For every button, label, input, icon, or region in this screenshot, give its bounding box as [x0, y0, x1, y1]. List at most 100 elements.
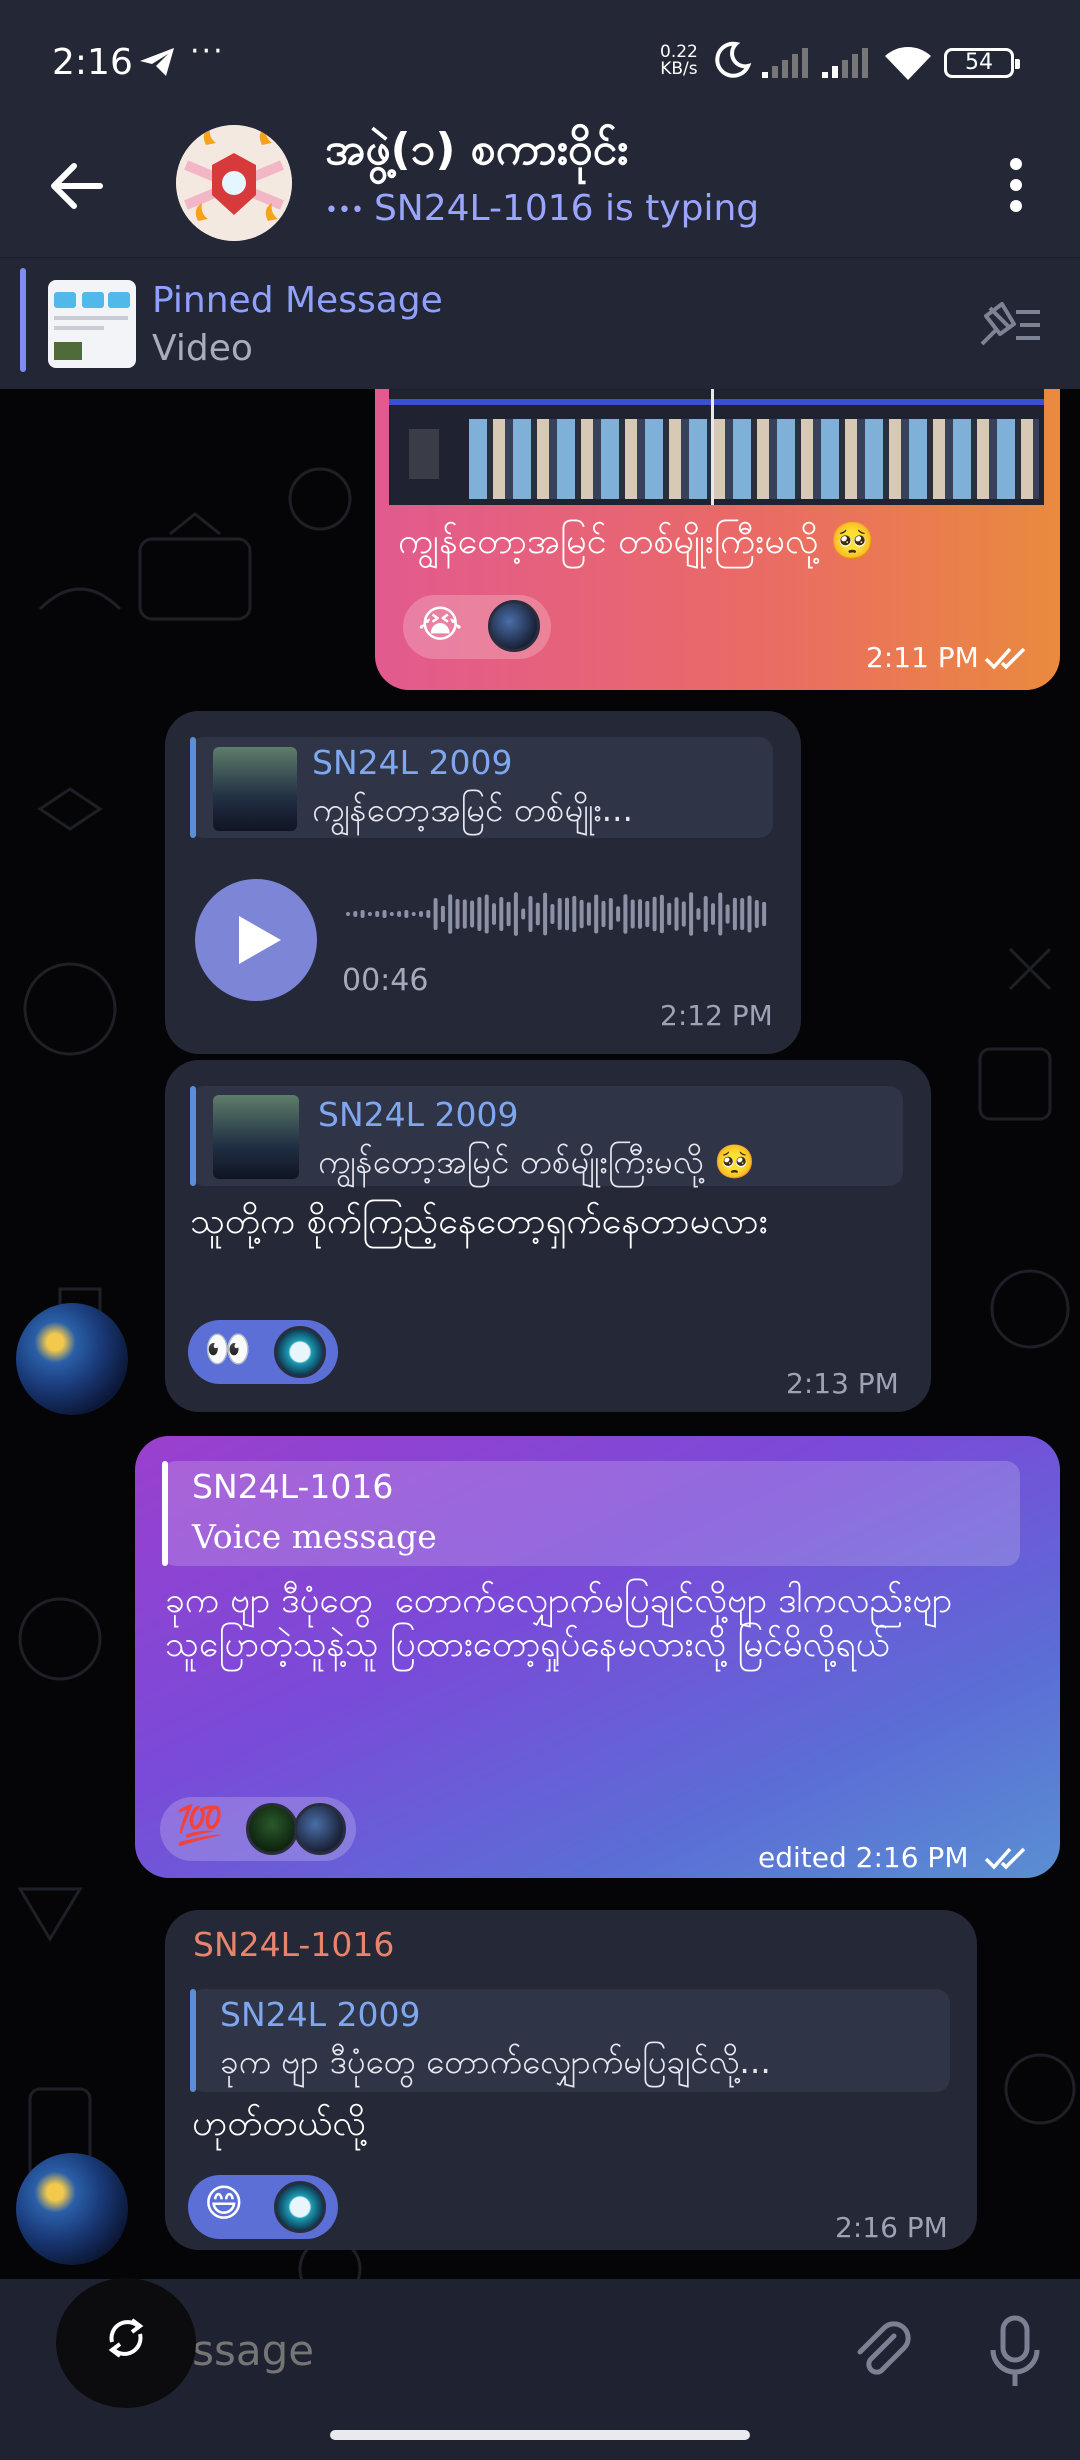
chat-title: အဖွဲ့(၁) စကားဝိုင်း: [325, 124, 629, 175]
waveform-bar: [433, 898, 438, 930]
waveform-bar: [623, 894, 628, 934]
reactor-avatar: [294, 1803, 346, 1855]
mic-icon[interactable]: [985, 2312, 1045, 2392]
status-more-dots: ···: [190, 34, 225, 69]
waveform-bar: [448, 894, 453, 934]
message-text: သူတို့က စိုက်ကြည့်နေတော့ရှက်နေတာမလား: [190, 1201, 768, 1242]
waveform-bar: [535, 902, 540, 926]
waveform-bar: [419, 911, 423, 917]
group-logo-icon: [176, 125, 292, 241]
message-time: 2:13 PM: [786, 1367, 899, 1400]
typing-text: SN24L-1016 is typing: [373, 188, 760, 229]
message-time: 2:12 PM: [660, 999, 773, 1032]
read-checks-icon: [984, 1847, 1026, 1870]
status-time: 2:16: [52, 42, 133, 83]
home-indicator[interactable]: [330, 2430, 750, 2440]
waveform-bar: [492, 903, 496, 925]
reactor-avatar: [274, 1326, 326, 1378]
reaction-emoji: 😭: [418, 602, 463, 646]
waveform-bar: [550, 903, 555, 925]
waveform-bar: [732, 897, 737, 931]
waveform-bar: [725, 904, 730, 924]
waveform-bar: [579, 899, 584, 929]
more-vert-icon[interactable]: [996, 150, 1036, 220]
message-input[interactable]: [130, 2322, 730, 2378]
scroll-swap-icon: [108, 2318, 144, 2358]
pinned-title: Pinned Message: [152, 280, 443, 321]
group-avatar[interactable]: [176, 125, 292, 241]
typing-dots: •••: [325, 197, 364, 223]
waveform-bar: [506, 901, 511, 927]
chat-area: ကျွန်တော့အမြင် တစ်မျိုးကြီးမလို့ 🥺 😭 2:1…: [0, 389, 1080, 2279]
send-icon: [140, 48, 174, 76]
waveform-bar: [740, 897, 745, 931]
waveform-bar: [681, 901, 686, 927]
waveform-bar: [557, 897, 562, 931]
sender-avatar[interactable]: [16, 1303, 128, 1415]
waveform-bar: [404, 910, 409, 918]
waveform-bar: [528, 896, 533, 932]
message-time: edited 2:16 PM: [758, 1841, 969, 1874]
message-time: 2:11 PM: [866, 641, 979, 674]
waveform-bar: [360, 910, 365, 918]
message-text: ခုက ဗျာ ဒီပုံတွေ တောက်လျှောက်မပြချင်လို့…: [165, 1581, 953, 1665]
waveform-bar: [521, 908, 526, 920]
waveform-bar: [608, 898, 613, 930]
waveform-bar: [594, 894, 599, 934]
pin-list-icon[interactable]: [976, 300, 1044, 350]
reactor-avatar: [488, 600, 540, 652]
reply-sender: SN24L 2009: [312, 743, 513, 782]
sender-name[interactable]: SN24L-1016: [193, 1925, 394, 1964]
net-speed-unit: KB/s: [660, 59, 698, 79]
message-time: 2:16 PM: [835, 2211, 948, 2244]
waveform-bar: [586, 902, 591, 926]
waveform-bar: [616, 906, 621, 922]
reactor-avatar: [246, 1803, 298, 1855]
waveform-bar: [754, 900, 759, 928]
waveform-bar: [353, 911, 358, 917]
voice-waveform: [346, 892, 767, 936]
waveform-bar: [477, 896, 482, 932]
waveform-bar: [762, 901, 767, 927]
reply-thumbnail: [213, 747, 297, 831]
pinned-subtitle: Video: [152, 328, 253, 369]
pinned-thumbnail: [48, 280, 136, 368]
video-thumbnail[interactable]: [389, 389, 1044, 505]
waveform-bar: [601, 900, 606, 928]
message-text: ဟုတ်တယ်လို့: [192, 2103, 367, 2144]
waveform-bar: [543, 892, 548, 936]
sender-avatar[interactable]: [16, 2153, 128, 2265]
waveform-bar: [513, 892, 518, 936]
waveform-bar: [638, 899, 642, 929]
back-arrow-icon[interactable]: [40, 150, 112, 222]
voice-duration: 00:46: [342, 963, 429, 998]
attach-icon[interactable]: [850, 2318, 916, 2384]
waveform-bar: [565, 897, 569, 931]
message-text: ကျွန်တော့အမြင် တစ်မျိုးကြီးမလို့ 🥺: [398, 521, 875, 562]
waveform-bar: [696, 908, 701, 920]
wifi-icon: [885, 47, 931, 80]
pinned-message-bar[interactable]: [0, 257, 1080, 389]
waveform-bar: [455, 899, 460, 929]
waveform-bar: [375, 911, 380, 917]
reply-text: ခုက ဗျာ ဒီပုံတွေ တောက်လျှောက်မပြချင်လို့…: [220, 2042, 771, 2081]
waveform-bar: [703, 896, 708, 932]
waveform-bar: [382, 910, 387, 918]
waveform-bar: [440, 905, 445, 923]
waveform-bar: [645, 900, 650, 928]
reply-text: ကျွန်တော့အမြင် တစ်မျိုးကြီးမလို့ 🥺: [318, 1142, 756, 1181]
battery-icon: 54: [944, 48, 1020, 78]
waveform-bar: [411, 912, 416, 916]
waveform-bar: [572, 895, 577, 933]
reply-text: Voice message: [192, 1517, 437, 1556]
waveform-bar: [484, 894, 489, 934]
waveform-bar: [652, 896, 657, 932]
waveform-bar: [689, 892, 694, 936]
signal-icon: [822, 48, 868, 78]
waveform-bar: [462, 899, 467, 929]
waveform-bar: [747, 895, 752, 933]
reply-sender: SN24L 2009: [220, 1995, 421, 2034]
waveform-bar: [667, 902, 672, 926]
net-speed: 0.22 KB/s: [660, 44, 698, 78]
waveform-bar: [630, 899, 635, 929]
